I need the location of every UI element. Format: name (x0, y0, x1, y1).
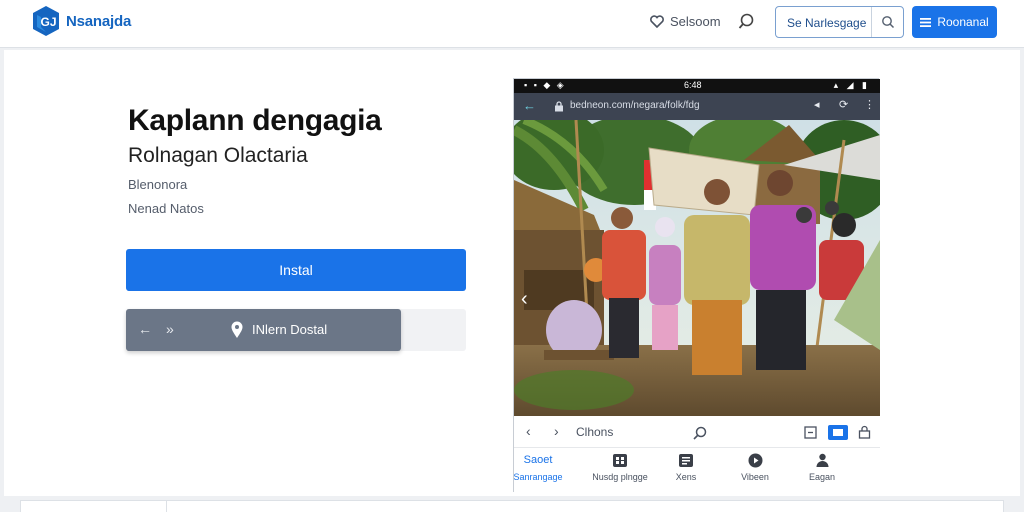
location-pin-icon (231, 321, 243, 338)
install-button-label: Instal (279, 262, 313, 278)
header-primary-button[interactable]: Roonanal (912, 6, 997, 38)
carousel-prev-icon[interactable]: ‹ (521, 288, 528, 311)
signal-battery-icons: ▴ ◢ ▮ (833, 80, 870, 90)
secondary-action-button[interactable]: ← » INlern Dostal (126, 309, 401, 351)
phone-tab-bar: Saoet Sanrangage Nusdg plngge Xens Vibee… (513, 448, 880, 493)
share-icon[interactable]: ◂ (814, 98, 820, 111)
top-nav-link-label: Selsoom (670, 14, 721, 29)
active-tab-icon[interactable] (828, 425, 848, 440)
village-photo[interactable]: ‹ (514, 120, 880, 416)
chevron-left-icon[interactable]: ‹ (526, 423, 531, 439)
pager-label: Clhons (576, 425, 614, 439)
tab-label: Eagan (808, 472, 836, 482)
brand-name[interactable]: Nsanajda (66, 13, 131, 30)
top-navigation: GJ Nsanajda Selsoom Se Narlesgage Roonan… (0, 0, 1024, 48)
phone-url-text: bedneon.com/negara/folk/fdg (570, 100, 700, 111)
page-title: Kaplann dengagia (128, 104, 382, 137)
secondary-action-track: ← » INlern Dostal (126, 309, 466, 351)
search-field[interactable]: Se Narlesgage (775, 6, 904, 38)
status-time: 6:48 (684, 80, 702, 90)
menu-icon (920, 17, 932, 27)
search-icon (881, 16, 894, 29)
brand-logo-icon[interactable]: GJ (32, 5, 60, 37)
app-subtitle: Rolnagan Olactaria (128, 144, 308, 167)
more-vert-icon[interactable]: ⋮ (864, 98, 875, 111)
tab-label: Xens (675, 472, 697, 482)
reload-icon[interactable]: ⟳ (839, 98, 848, 111)
install-button[interactable]: Instal (126, 249, 466, 291)
phone-preview: ▪ ▪ ◆ ◈ 6:48 ▴ ◢ ▮ ← bedneon.com/negara/… (513, 78, 880, 493)
tab-label: Sanrangage (513, 472, 563, 482)
phone-status-bar: ▪ ▪ ◆ ◈ 6:48 ▴ ◢ ▮ (514, 79, 880, 93)
footer-divider (166, 501, 167, 512)
lock-icon[interactable] (858, 425, 871, 439)
search-submit-button[interactable] (871, 7, 903, 37)
chevron-double-right-icon[interactable]: » (166, 321, 174, 337)
footer-strip (20, 500, 1004, 512)
tab-home[interactable]: Saoet Sanrangage (498, 452, 578, 482)
secondary-action-label: INlern Dostal (252, 322, 328, 337)
app-meta-info: Nenad Natos (128, 201, 204, 216)
arrow-left-icon[interactable]: ← (138, 321, 152, 337)
search-field-label: Se Narlesgage (787, 16, 867, 30)
shield-heart-icon (650, 15, 664, 28)
notification-icons: ▪ ▪ ◆ ◈ (524, 80, 566, 90)
doc-icon (646, 452, 726, 468)
app-meta-publisher[interactable]: Blenonora (128, 177, 187, 192)
tab-home-label: Saoet (523, 454, 553, 466)
top-nav-link[interactable]: Selsoom (650, 14, 721, 29)
search-icon[interactable] (738, 12, 758, 32)
tabs-icon[interactable] (804, 426, 817, 439)
tab-news[interactable]: Xens (646, 452, 726, 482)
header-primary-button-label: Roonanal (937, 15, 989, 29)
search-icon[interactable] (692, 425, 708, 441)
svg-text:GJ: GJ (41, 15, 57, 29)
phone-url-bar[interactable]: ← bedneon.com/negara/folk/fdg ◂ ⟳ ⋮ (514, 93, 880, 120)
arrow-left-icon[interactable]: ← (523, 98, 536, 113)
tab-profile[interactable]: Eagan (782, 452, 862, 482)
chevron-right-icon[interactable]: › (554, 423, 559, 439)
village-gathering-image (514, 120, 880, 416)
lock-icon (555, 101, 563, 112)
app-detail-card: Kaplann dengagia Rolnagan Olactaria Blen… (4, 50, 1020, 496)
phone-browser-nav: ‹ › Clhons (514, 416, 880, 448)
person-icon (782, 452, 862, 468)
